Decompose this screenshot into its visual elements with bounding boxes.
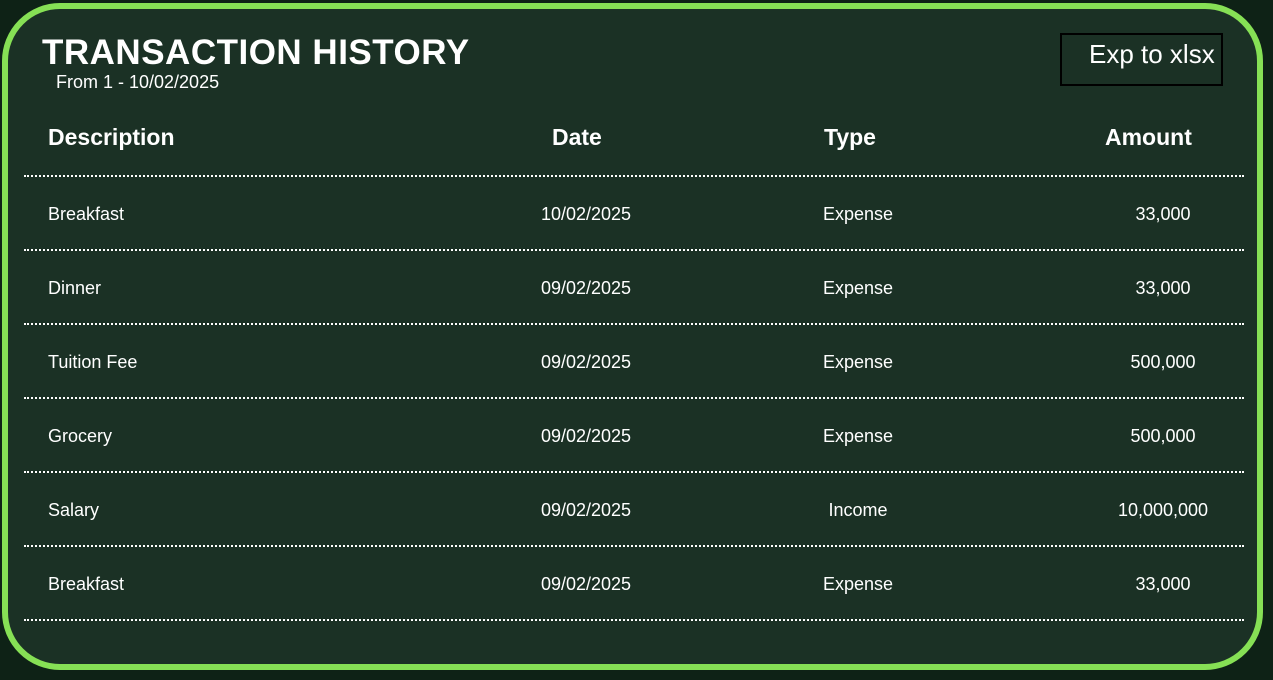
row-type: Expense bbox=[822, 352, 894, 372]
row-amount: 500,000 bbox=[1130, 352, 1196, 372]
row-description: Tuition Fee bbox=[48, 352, 138, 372]
row-divider bbox=[24, 471, 1244, 473]
row-amount: 10,000,000 bbox=[1117, 500, 1209, 520]
row-description: Salary bbox=[48, 500, 100, 520]
row-description: Breakfast bbox=[48, 204, 125, 224]
row-description: Grocery bbox=[48, 426, 113, 446]
column-header-type: Type bbox=[824, 124, 876, 150]
column-header-description: Description bbox=[48, 124, 175, 150]
row-amount: 500,000 bbox=[1130, 426, 1196, 446]
row-divider bbox=[24, 397, 1244, 399]
page-title: TRANSACTION HISTORY bbox=[42, 33, 470, 72]
row-date: 09/02/2025 bbox=[540, 574, 632, 594]
row-description: Dinner bbox=[48, 278, 102, 298]
row-divider bbox=[24, 323, 1244, 325]
export-xlsx-button[interactable]: Exp to xlsx bbox=[1060, 33, 1223, 86]
row-type: Income bbox=[828, 500, 888, 520]
row-type: Expense bbox=[822, 426, 894, 446]
export-xlsx-label: Exp to xlsx bbox=[1089, 39, 1215, 69]
row-date: 09/02/2025 bbox=[540, 352, 632, 372]
row-date: 09/02/2025 bbox=[540, 426, 632, 446]
row-date: 10/02/2025 bbox=[540, 204, 632, 224]
row-divider bbox=[24, 619, 1244, 621]
row-amount: 33,000 bbox=[1135, 204, 1191, 224]
row-amount: 33,000 bbox=[1135, 278, 1191, 298]
row-type: Expense bbox=[822, 278, 894, 298]
header-divider bbox=[24, 175, 1244, 177]
row-type: Expense bbox=[822, 204, 894, 224]
row-date: 09/02/2025 bbox=[540, 278, 632, 298]
transaction-history-panel: TRANSACTION HISTORY From 1 - 10/02/2025 … bbox=[2, 3, 1263, 670]
row-divider bbox=[24, 545, 1244, 547]
column-header-amount: Amount bbox=[1105, 124, 1192, 150]
row-date: 09/02/2025 bbox=[540, 500, 632, 520]
row-description: Breakfast bbox=[48, 574, 125, 594]
row-amount: 33,000 bbox=[1135, 574, 1191, 594]
row-divider bbox=[24, 249, 1244, 251]
date-range-subtitle: From 1 - 10/02/2025 bbox=[56, 72, 220, 92]
row-type: Expense bbox=[822, 574, 894, 594]
column-header-date: Date bbox=[552, 124, 602, 150]
